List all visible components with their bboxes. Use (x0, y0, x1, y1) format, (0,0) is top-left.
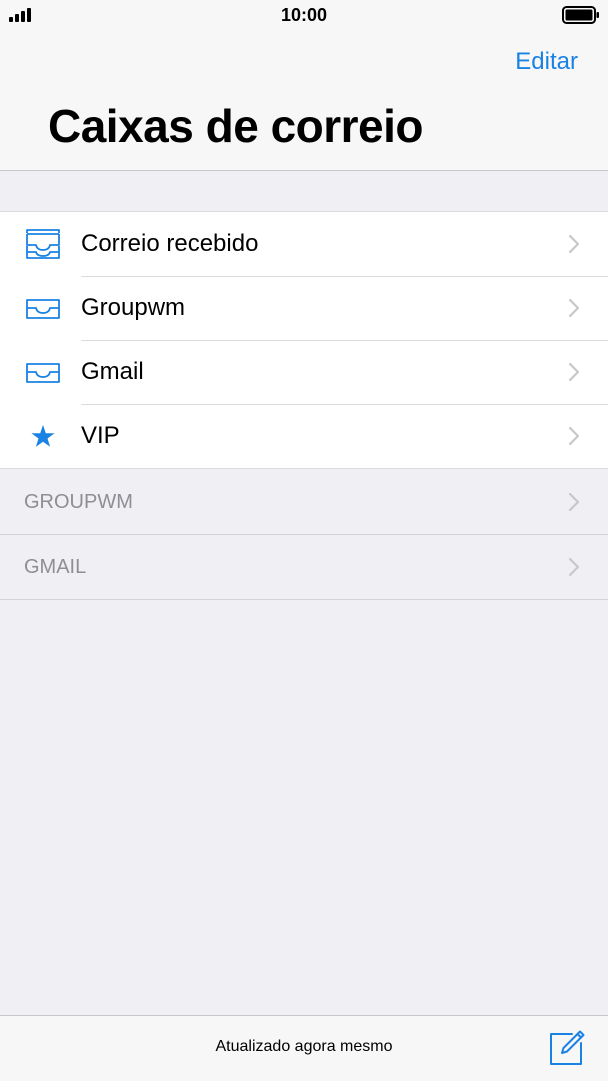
chevron-right-icon (568, 298, 580, 318)
mailbox-label: Correio recebido (81, 230, 259, 257)
chevron-right-icon (568, 362, 580, 382)
status-bar: 10:00 (0, 0, 608, 32)
chevron-right-icon (568, 426, 580, 446)
mailbox-row-gmail[interactable]: Gmail (0, 340, 608, 404)
inbox-tray-icon (26, 299, 60, 319)
status-time: 10:00 (280, 5, 328, 25)
compose-icon[interactable] (548, 1029, 586, 1067)
mailbox-list: Correio recebido Groupwm Gmail VIP (0, 211, 608, 469)
chevron-right-icon (568, 557, 580, 577)
mailbox-row-groupwm[interactable]: Groupwm (0, 276, 608, 340)
chevron-right-icon (568, 234, 580, 254)
account-section-gmail[interactable]: GMAIL (0, 535, 608, 600)
mailbox-label: VIP (81, 422, 120, 449)
mailbox-row-vip[interactable]: VIP (0, 404, 608, 468)
page-title: Caixas de correio (48, 100, 424, 152)
star-icon (31, 425, 55, 447)
mailbox-label: Groupwm (81, 294, 186, 321)
mailbox-row-all-inboxes[interactable]: Correio recebido (0, 212, 608, 276)
all-inboxes-icon (26, 229, 60, 259)
mailbox-label: Gmail (81, 358, 144, 385)
account-section-groupwm[interactable]: GROUPWM (0, 470, 608, 535)
navigation-bar: 10:00 Editar Caixas de correio (0, 0, 608, 171)
bottom-toolbar: Atualizado agora mesmo (0, 1015, 608, 1081)
inbox-tray-icon (26, 363, 60, 383)
account-section-label: GMAIL (24, 556, 87, 578)
account-sections: GROUPWM GMAIL (0, 470, 608, 600)
account-section-label: GROUPWM (24, 491, 133, 513)
chevron-right-icon (568, 492, 580, 512)
battery-icon (562, 6, 599, 24)
edit-button[interactable]: Editar (515, 48, 578, 76)
update-status-text: Atualizado agora mesmo (215, 1038, 393, 1055)
